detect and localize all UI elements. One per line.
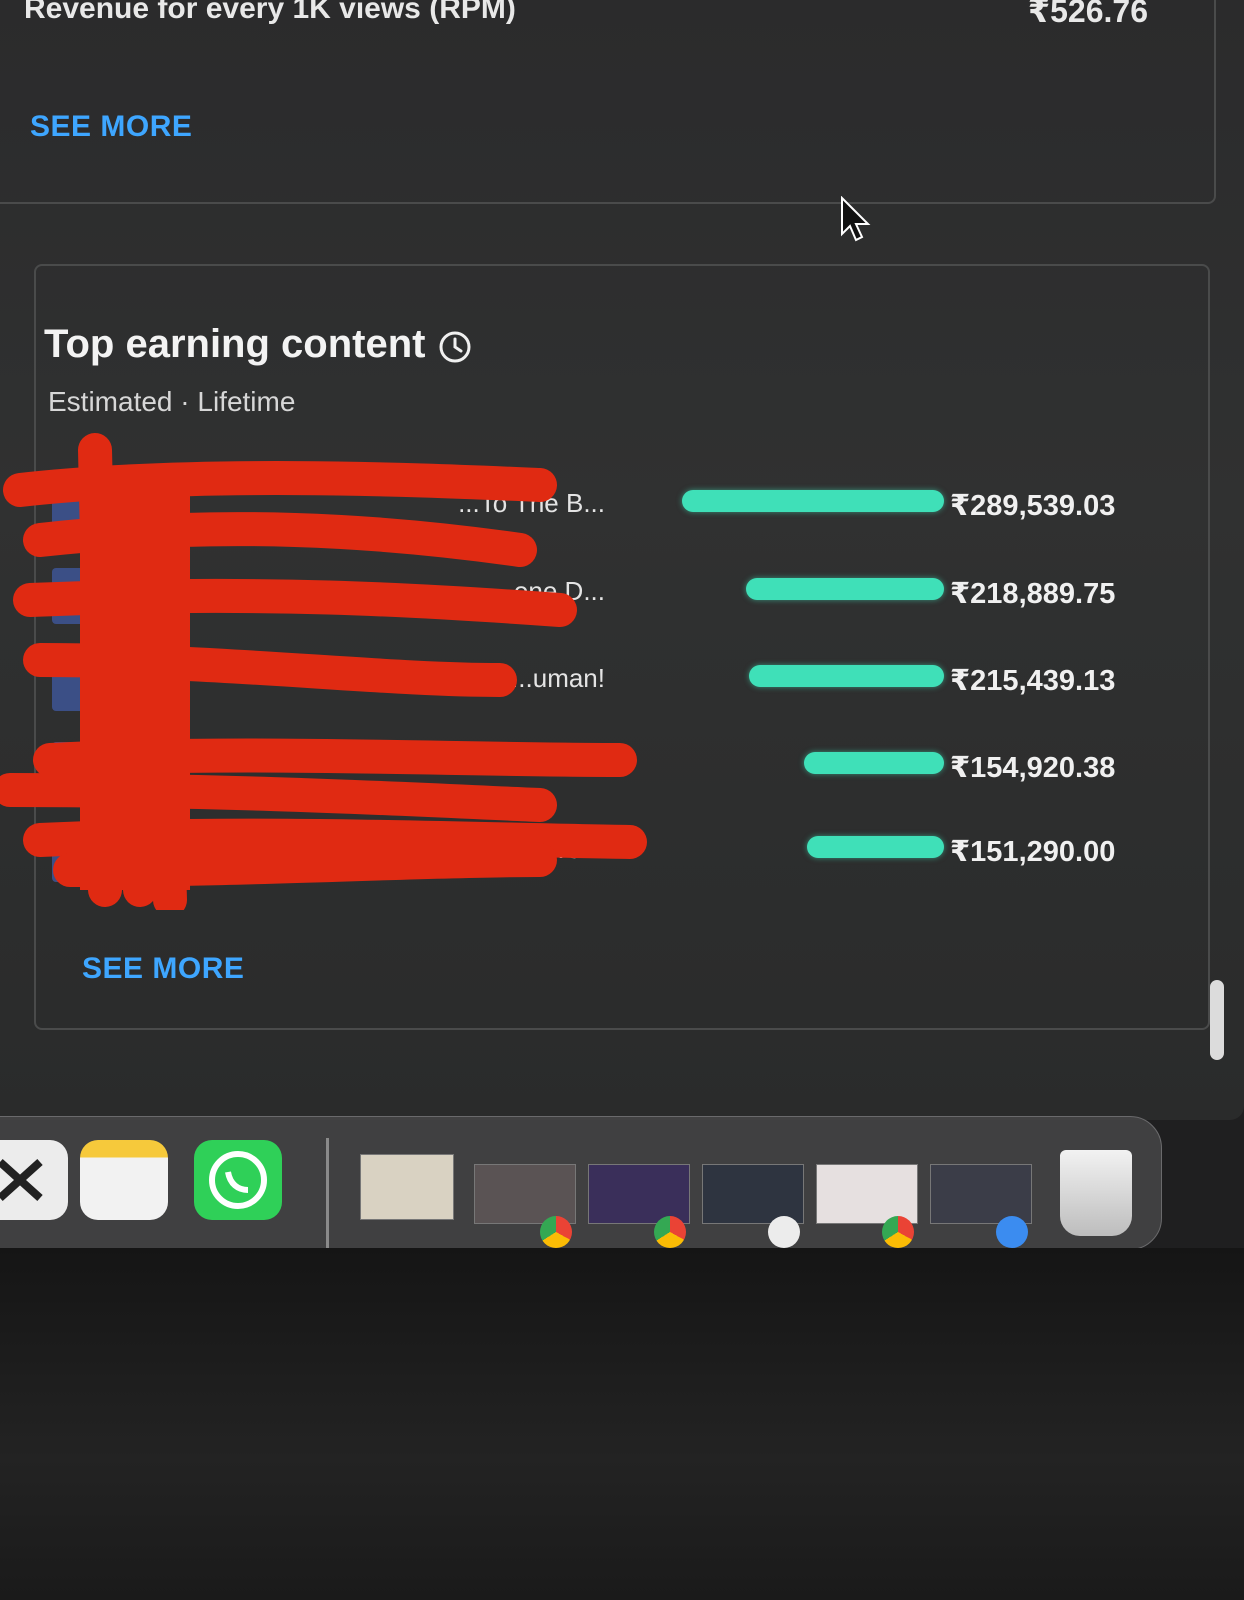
revenue-amount: ₹154,920.38 <box>950 752 1116 784</box>
revenue-bar <box>746 578 944 600</box>
content-row[interactable]: ...uman! ₹215,439.13 <box>0 655 1244 715</box>
video-thumbnail[interactable] <box>52 655 176 711</box>
video-thumbnail[interactable] <box>52 742 176 798</box>
clock-icon[interactable] <box>438 330 472 364</box>
content-row[interactable]: ₹154,920.38 <box>0 742 1244 802</box>
chrome-icon <box>540 1216 572 1248</box>
rpm-value: ₹526.76 <box>1027 0 1148 29</box>
safari-window[interactable] <box>930 1164 1032 1224</box>
revenue-bar <box>749 665 944 687</box>
video-thumbnail[interactable] <box>52 826 176 882</box>
mouse-cursor-icon <box>841 196 871 242</box>
scrollbar[interactable] <box>1210 980 1224 1060</box>
see-more-button[interactable]: SEE MORE <box>82 952 244 986</box>
chrome-window[interactable] <box>474 1164 576 1224</box>
video-title[interactable]: ...uman! <box>360 663 605 694</box>
revenue-amount: ₹218,889.75 <box>950 578 1116 610</box>
revenue-amount: ₹289,539.03 <box>950 490 1116 522</box>
capcut-window[interactable] <box>702 1164 804 1224</box>
content-row[interactable]: ...To The B... ₹289,539.03 <box>0 480 1244 540</box>
trash-icon[interactable] <box>1060 1150 1132 1236</box>
revenue-bar <box>807 836 944 858</box>
video-thumbnail[interactable] <box>52 568 176 624</box>
video-thumbnail[interactable] <box>52 480 176 536</box>
chrome-icon <box>654 1216 686 1248</box>
rpm-card <box>0 0 1216 204</box>
revenue-bar <box>804 752 944 774</box>
whatsapp-icon[interactable] <box>194 1140 282 1220</box>
rpm-label: Revenue for every 1K views (RPM) <box>24 0 516 25</box>
notes-icon[interactable] <box>80 1140 168 1220</box>
analytics-screen: Revenue for every 1K views (RPM) ₹526.76… <box>0 0 1244 1120</box>
card-title: Top earning content <box>44 322 426 366</box>
chrome-window[interactable] <box>588 1164 690 1224</box>
desk-area <box>0 1248 1244 1600</box>
video-title[interactable]: ...C... <box>360 834 605 865</box>
content-row[interactable]: ...one D... ₹218,889.75 <box>0 568 1244 628</box>
content-row[interactable]: ...C... ₹151,290.00 <box>0 826 1244 886</box>
video-title[interactable]: ...one D... <box>360 576 605 607</box>
top-earning-card <box>34 264 1210 1030</box>
dock-divider <box>326 1138 329 1256</box>
stacked-windows-icon[interactable] <box>360 1154 454 1220</box>
capcut-icon <box>768 1216 800 1248</box>
capcut-icon[interactable] <box>0 1140 68 1220</box>
chrome-window[interactable] <box>816 1164 918 1224</box>
revenue-amount: ₹215,439.13 <box>950 665 1116 697</box>
revenue-amount: ₹151,290.00 <box>950 836 1116 868</box>
video-title[interactable]: ...To The B... <box>360 488 605 519</box>
revenue-bar <box>682 490 944 512</box>
safari-icon <box>996 1216 1028 1248</box>
card-subtitle: Estimated · Lifetime <box>48 386 296 417</box>
see-more-button[interactable]: SEE MORE <box>30 110 192 144</box>
chrome-icon <box>882 1216 914 1248</box>
